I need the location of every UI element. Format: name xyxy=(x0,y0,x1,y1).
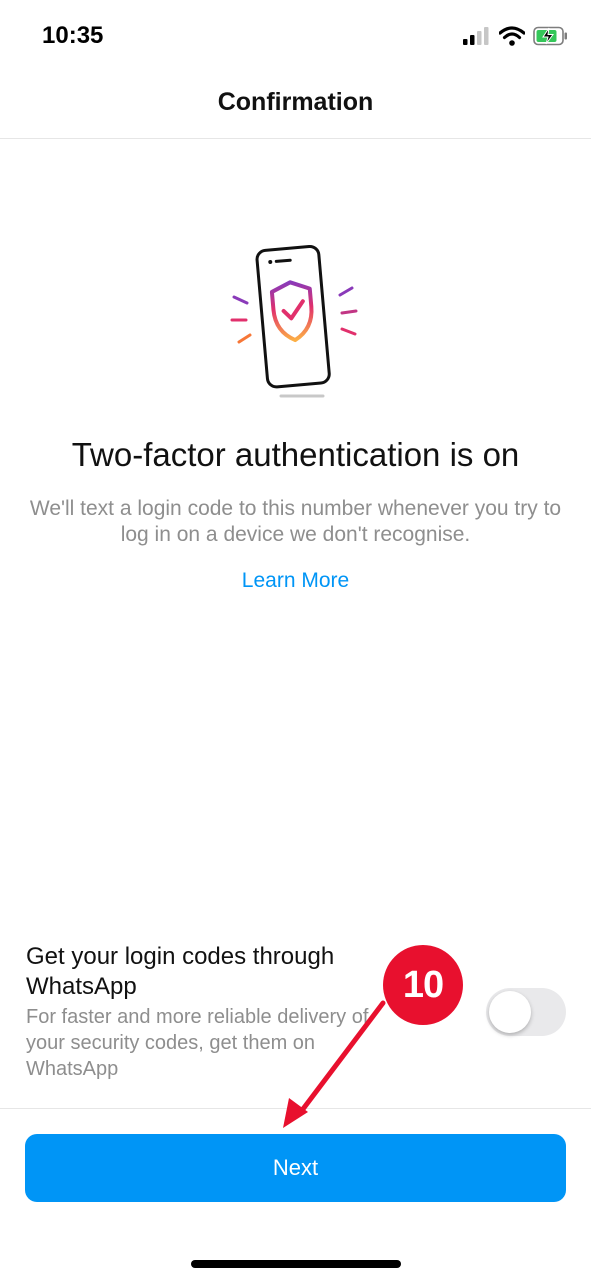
divider xyxy=(0,1108,591,1109)
toggle-knob xyxy=(489,991,531,1033)
phone-shield-check-icon xyxy=(230,244,358,398)
whatsapp-option: Get your login codes through WhatsApp Fo… xyxy=(26,942,406,1082)
nav-bar: Confirmation xyxy=(0,70,591,139)
wifi-icon xyxy=(499,26,525,46)
learn-more-link[interactable]: Learn More xyxy=(0,569,591,593)
status-icons xyxy=(463,22,569,50)
whatsapp-toggle[interactable] xyxy=(486,988,566,1036)
hero-illustration xyxy=(225,235,365,405)
description: We'll text a login code to this number w… xyxy=(29,497,562,546)
whatsapp-option-title: Get your login codes through WhatsApp xyxy=(26,943,335,1000)
signal-icon xyxy=(463,27,489,45)
battery-charging-icon xyxy=(533,26,567,46)
home-indicator xyxy=(191,1260,401,1268)
page-title: Confirmation xyxy=(217,88,374,116)
headline: Two-factor authentication is on xyxy=(71,436,520,473)
whatsapp-option-description: For faster and more reliable delivery of… xyxy=(26,1006,369,1080)
next-button[interactable]: Next xyxy=(25,1134,566,1202)
status-time: 10:35 xyxy=(42,22,104,49)
status-bar: 10:35 xyxy=(0,0,591,70)
annotation-arrow-icon xyxy=(283,1000,386,1128)
step-number-badge: 10 xyxy=(383,945,463,1025)
